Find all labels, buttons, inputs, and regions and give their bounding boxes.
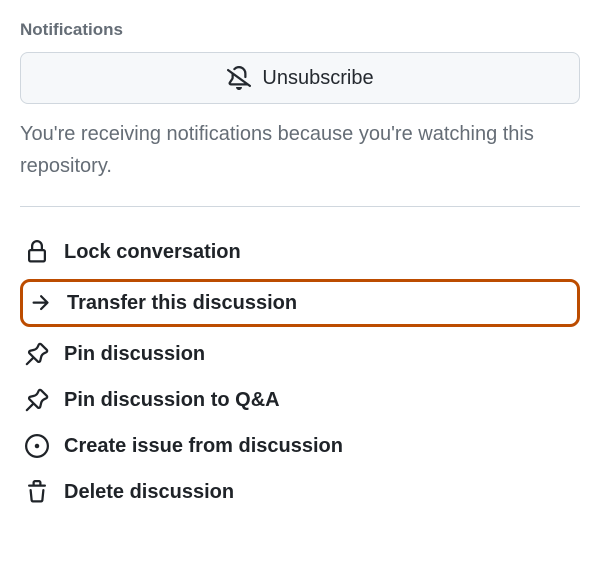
- unsubscribe-label: Unsubscribe: [262, 67, 373, 90]
- lock-icon: [24, 239, 50, 265]
- actions-list: Lock conversation Transfer this discussi…: [20, 233, 580, 511]
- create-issue-action[interactable]: Create issue from discussion: [20, 427, 580, 465]
- pin-category-action[interactable]: Pin discussion to Q&A: [20, 381, 580, 419]
- action-label: Lock conversation: [64, 241, 241, 264]
- divider: [20, 206, 580, 207]
- action-label: Pin discussion: [64, 343, 205, 366]
- pin-discussion-action[interactable]: Pin discussion: [20, 335, 580, 373]
- action-label: Transfer this discussion: [67, 292, 297, 315]
- action-label: Delete discussion: [64, 481, 234, 504]
- unsubscribe-button[interactable]: Unsubscribe: [20, 52, 580, 104]
- transfer-discussion-action[interactable]: Transfer this discussion: [20, 279, 580, 327]
- lock-conversation-action[interactable]: Lock conversation: [20, 233, 580, 271]
- notifications-title: Notifications: [20, 20, 580, 40]
- pin-icon: [24, 387, 50, 413]
- action-label: Pin discussion to Q&A: [64, 389, 280, 412]
- action-label: Create issue from discussion: [64, 435, 343, 458]
- pin-icon: [24, 341, 50, 367]
- issue-icon: [24, 433, 50, 459]
- notifications-description: You're receiving notifications because y…: [20, 118, 580, 182]
- delete-discussion-action[interactable]: Delete discussion: [20, 473, 580, 511]
- arrow-right-icon: [27, 290, 53, 316]
- notifications-section: Notifications Unsubscribe You're receivi…: [20, 20, 580, 182]
- bell-slash-icon: [226, 65, 252, 91]
- trash-icon: [24, 479, 50, 505]
